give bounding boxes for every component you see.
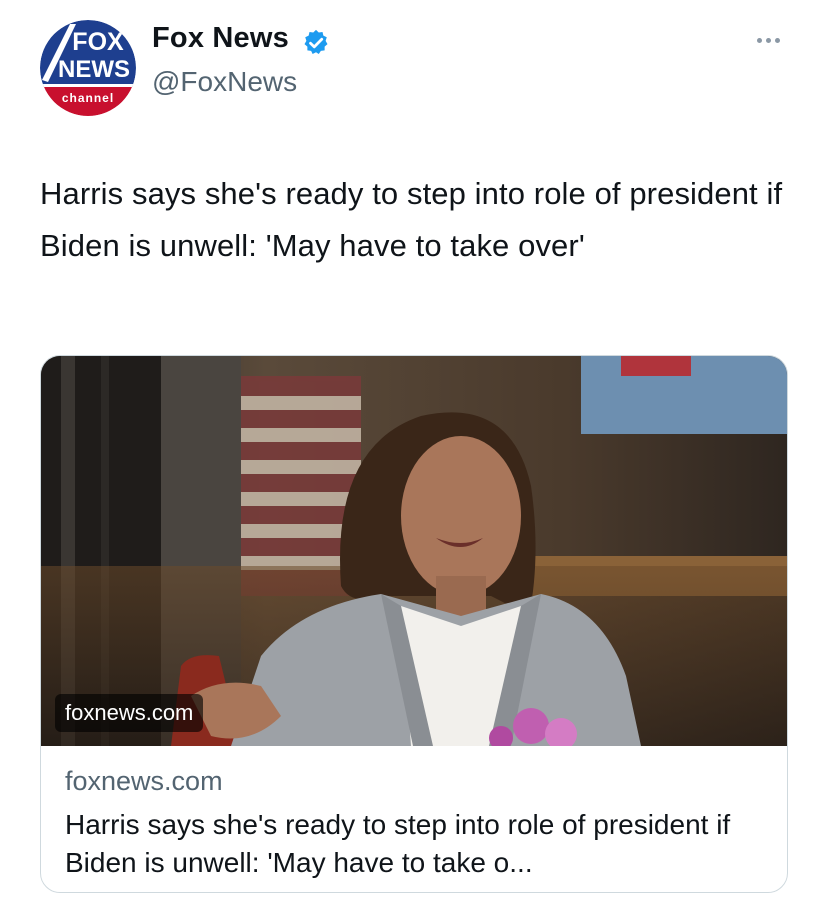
author-handle[interactable]: @FoxNews <box>152 66 297 98</box>
fox-news-logo: FOX NEWS channel <box>40 20 136 116</box>
avatar[interactable]: FOX NEWS channel <box>40 20 136 116</box>
article-image <box>41 356 787 746</box>
logo-line3: channel <box>62 91 114 105</box>
tweet-text: Harris says she's ready to step into rol… <box>40 176 783 263</box>
logo-line1: FOX <box>72 28 124 56</box>
card-domain: foxnews.com <box>65 766 223 796</box>
author-name[interactable]: Fox News <box>152 22 289 55</box>
link-card[interactable]: foxnews.com foxnews.com Harris says she'… <box>40 355 788 893</box>
verified-badge-icon <box>304 29 328 54</box>
card-title: Harris says she's ready to step into rol… <box>65 809 731 878</box>
image-domain-label: foxnews.com <box>55 694 204 732</box>
more-dots-icon[interactable] <box>748 28 788 52</box>
logo-line2: NEWS <box>58 56 130 83</box>
